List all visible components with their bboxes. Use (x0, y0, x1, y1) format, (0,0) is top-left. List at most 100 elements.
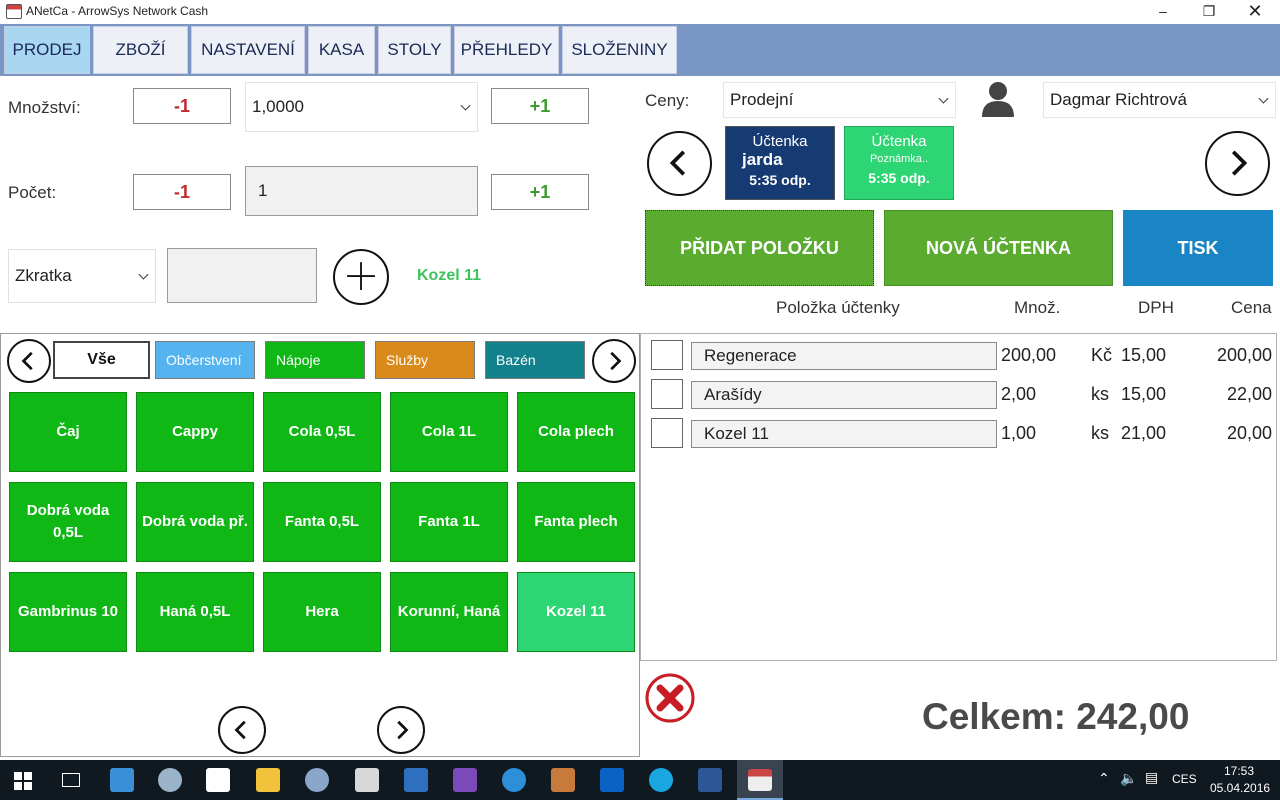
windows-start-icon[interactable] (14, 772, 32, 790)
new-receipt-button[interactable]: NOVÁ ÚČTENKA (884, 210, 1113, 286)
clock-time[interactable]: 17:53 (1224, 764, 1254, 778)
network-icon[interactable] (158, 768, 182, 792)
count-plus-button[interactable]: +1 (491, 174, 589, 210)
task-view-icon[interactable] (62, 773, 80, 787)
volume-icon[interactable]: 🔈 (1120, 770, 1137, 787)
product-button[interactable]: Dobrá voda 0,5L (9, 482, 127, 562)
outlook-icon[interactable] (600, 768, 624, 792)
skype-icon[interactable] (649, 768, 673, 792)
receipt-prev-button[interactable] (647, 131, 712, 196)
chevron-down-icon (460, 100, 471, 111)
selected-product-label: Kozel 11 (417, 267, 482, 284)
anetca-taskbar-button[interactable] (737, 760, 783, 800)
chevron-down-icon (938, 93, 949, 104)
tab-kasa[interactable]: KASA (308, 26, 375, 74)
shortcut-select[interactable]: Zkratka (8, 249, 156, 303)
tab-zbozi[interactable]: ZBOŽÍ (93, 26, 188, 74)
category-all[interactable]: Vše (53, 341, 150, 379)
category-next-button[interactable] (592, 339, 636, 383)
receipt-note: Poznámka.. (869, 153, 929, 165)
table-row[interactable]: Kozel 11 1,00 ks 21,00 20,00 (641, 414, 1278, 448)
user-select[interactable]: Dagmar Richtrová (1043, 82, 1276, 118)
item-name[interactable]: Kozel 11 (691, 420, 997, 448)
column-header-item: Položka účtenky (776, 298, 900, 317)
receipt-card[interactable]: Účtenka Poznámka.. 5:35 odp. (844, 126, 954, 200)
word-icon[interactable] (698, 768, 722, 792)
product-button[interactable]: Gambrinus 10 (9, 572, 127, 652)
close-icon[interactable]: ✕ (1232, 0, 1278, 24)
item-unit: ks (1091, 423, 1109, 443)
product-button[interactable]: Hera (263, 572, 381, 652)
file-explorer-icon[interactable] (256, 768, 280, 792)
item-name[interactable]: Regenerace (691, 342, 997, 370)
receipt-time: 5:35 odp. (868, 170, 930, 186)
count-minus-button[interactable]: -1 (133, 174, 231, 210)
tab-prodej[interactable]: PRODEJ (4, 26, 90, 74)
row-checkbox[interactable] (651, 340, 683, 370)
internet-explorer-icon[interactable] (502, 768, 526, 792)
paint-icon[interactable] (305, 768, 329, 792)
item-name[interactable]: Arašídy (691, 381, 997, 409)
item-qty: 1,00 (1001, 423, 1037, 443)
product-button[interactable]: Čaj (9, 392, 127, 472)
category-napoje[interactable]: Nápoje (265, 341, 365, 379)
chevron-left-icon (21, 351, 33, 371)
remote-desktop-icon[interactable] (404, 768, 428, 792)
count-input[interactable]: 1 (245, 166, 478, 216)
quantity-minus-button[interactable]: -1 (133, 88, 231, 124)
product-button[interactable]: Cola 0,5L (263, 392, 381, 472)
main-tabs: PRODEJ ZBOŽÍ NASTAVENÍ KASA STOLY PŘEHLE… (0, 24, 1280, 76)
price-label: Ceny: (645, 91, 690, 110)
tab-nastaveni[interactable]: NASTAVENÍ (191, 26, 305, 74)
row-checkbox[interactable] (651, 418, 683, 448)
shortcut-input[interactable] (167, 248, 317, 303)
product-button[interactable]: Dobrá voda př. (136, 482, 254, 562)
add-item-button[interactable]: PŘIDAT POLOŽKU (645, 210, 874, 286)
product-button[interactable]: Cola 1L (390, 392, 508, 472)
taskbar: ⌃ 🔈 ▤ CES 17:53 05.04.2016 (0, 760, 1280, 800)
product-button[interactable]: Fanta 1L (390, 482, 508, 562)
chevron-up-icon[interactable]: ⌃ (1098, 770, 1110, 787)
calculator-icon[interactable] (355, 768, 379, 792)
store-icon[interactable] (206, 768, 230, 792)
print-button[interactable]: TISK (1123, 210, 1273, 286)
restore-icon[interactable]: ❐ (1186, 0, 1232, 24)
product-button-selected[interactable]: Kozel 11 (517, 572, 635, 652)
receipt-card[interactable]: Účtenka jarda 5:35 odp. (725, 126, 835, 200)
item-unit: Kč (1091, 345, 1113, 365)
product-button[interactable]: Cappy (136, 392, 254, 472)
tab-slozeniny[interactable]: SLOŽENINY (562, 26, 677, 74)
control-panel-icon[interactable] (110, 768, 134, 792)
product-button[interactable]: Haná 0,5L (136, 572, 254, 652)
product-button[interactable]: Fanta plech (517, 482, 635, 562)
category-prev-button[interactable] (7, 339, 51, 383)
receipt-next-button[interactable] (1205, 131, 1270, 196)
tab-stoly[interactable]: STOLY (378, 26, 451, 74)
table-row[interactable]: Arašídy 2,00 ks 15,00 22,00 (641, 375, 1278, 409)
quantity-select[interactable]: 1,0000 (245, 82, 478, 132)
language-indicator[interactable]: CES (1172, 772, 1197, 786)
category-sluzby[interactable]: Služby (375, 341, 475, 379)
tab-prehledy[interactable]: PŘEHLEDY (454, 26, 559, 74)
media-icon[interactable] (551, 768, 575, 792)
product-button[interactable]: Fanta 0,5L (263, 482, 381, 562)
price-select[interactable]: Prodejní (723, 82, 956, 118)
quantity-plus-button[interactable]: +1 (491, 88, 589, 124)
category-bazen[interactable]: Bazén (485, 341, 585, 379)
table-row[interactable]: Regenerace 200,00 Kč 15,00 200,00 (641, 336, 1278, 370)
row-checkbox[interactable] (651, 379, 683, 409)
chevron-down-icon (1258, 93, 1269, 104)
add-circle-button[interactable] (333, 249, 389, 305)
chevron-down-icon (138, 269, 149, 280)
products-prev-page-button[interactable] (218, 706, 266, 754)
visual-studio-icon[interactable] (453, 768, 477, 792)
product-button[interactable]: Cola plech (517, 392, 635, 472)
user-icon (980, 80, 1016, 118)
message-icon[interactable]: ▤ (1145, 769, 1158, 786)
minimize-icon[interactable]: – (1140, 0, 1186, 24)
product-button[interactable]: Korunní, Haná (390, 572, 508, 652)
category-obcerstveni[interactable]: Občerstvení (155, 341, 255, 379)
clock-date[interactable]: 05.04.2016 (1210, 781, 1270, 795)
products-next-page-button[interactable] (377, 706, 425, 754)
delete-icon[interactable] (644, 672, 696, 724)
